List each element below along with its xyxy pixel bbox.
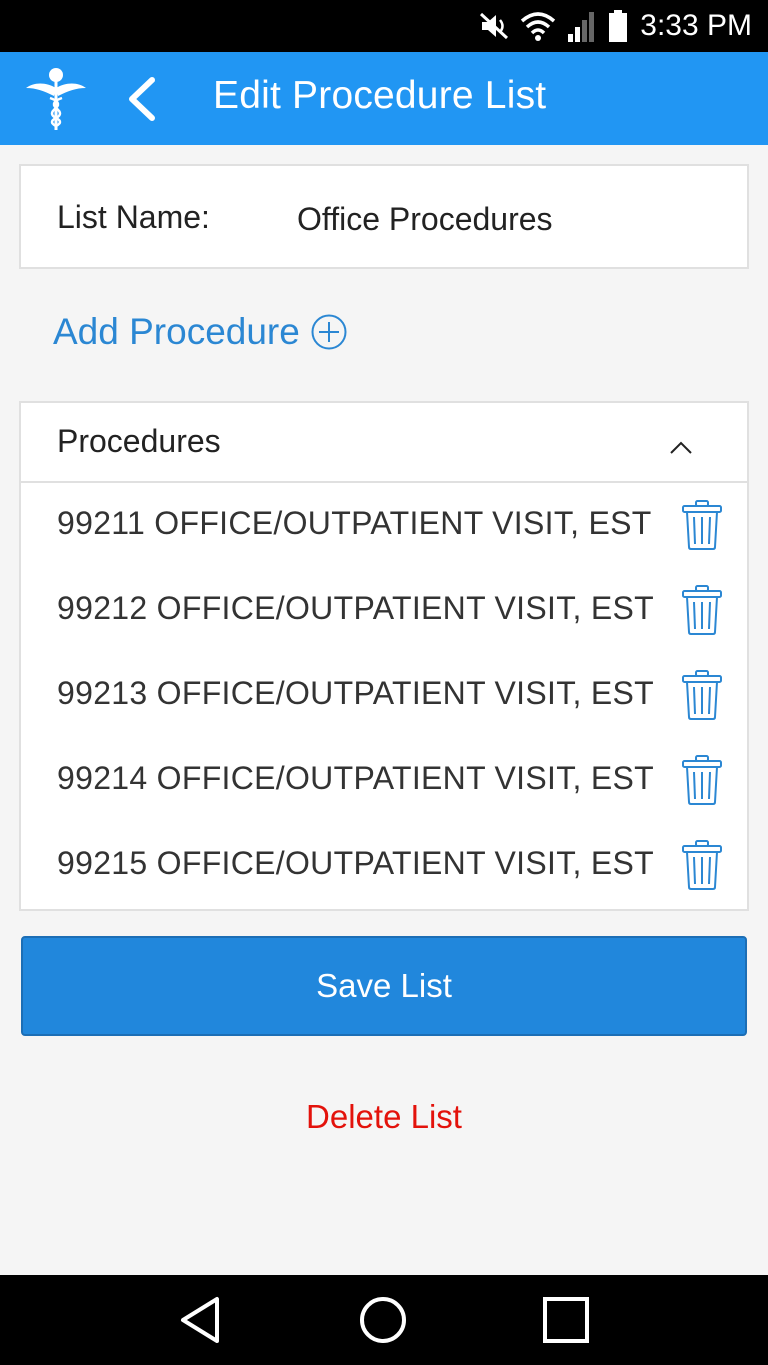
wifi-icon (521, 12, 556, 41)
procedures-title: Procedures (57, 423, 221, 459)
add-procedure-button[interactable]: Add Procedure (53, 310, 348, 354)
signal-icon (568, 12, 595, 42)
list-item: 99213 OFFICE/OUTPATIENT VISIT, EST (21, 653, 747, 738)
trash-icon[interactable] (681, 499, 723, 551)
page-title: Edit Procedure List (213, 74, 547, 117)
list-item: 99212 OFFICE/OUTPATIENT VISIT, EST (21, 568, 747, 653)
list-name-card: List Name: Office Procedures (19, 164, 749, 269)
procedure-label: 99213 OFFICE/OUTPATIENT VISIT, EST (57, 675, 655, 711)
clock: 3:33 PM (640, 9, 752, 42)
trash-icon[interactable] (681, 584, 723, 636)
list-item: 99214 OFFICE/OUTPATIENT VISIT, EST (21, 738, 747, 823)
list-item: 99211 OFFICE/OUTPATIENT VISIT, EST (21, 483, 747, 568)
procedure-label: 99215 OFFICE/OUTPATIENT VISIT, EST (57, 845, 655, 881)
chevron-up-icon[interactable] (661, 427, 701, 467)
status-bar: 3:33 PM (0, 0, 768, 52)
add-procedure-label: Add Procedure (53, 311, 300, 352)
list-item: 99215 OFFICE/OUTPATIENT VISIT, EST (21, 823, 747, 908)
procedures-header[interactable]: Procedures (21, 403, 747, 483)
home-circle-icon[interactable] (358, 1295, 408, 1345)
battery-icon (609, 10, 628, 42)
trash-icon[interactable] (681, 754, 723, 806)
back-triangle-icon[interactable] (177, 1295, 225, 1345)
procedure-label: 99214 OFFICE/OUTPATIENT VISIT, EST (57, 760, 655, 796)
delete-list-button[interactable]: Delete List (0, 1098, 768, 1136)
caduceus-icon (26, 68, 86, 130)
chevron-left-icon[interactable] (122, 76, 164, 122)
list-name-label: List Name: (57, 199, 210, 235)
recents-square-icon[interactable] (541, 1295, 591, 1345)
mute-icon (480, 12, 509, 40)
procedures-card: Procedures 99211 OFFICE/OUTPATIENT VISIT… (19, 401, 749, 911)
system-nav-bar (0, 1275, 768, 1365)
procedure-label: 99211 OFFICE/OUTPATIENT VISIT, EST (57, 505, 652, 541)
save-list-button[interactable]: Save List (21, 936, 747, 1036)
trash-icon[interactable] (681, 669, 723, 721)
plus-circle-icon (311, 314, 347, 350)
app-bar: Edit Procedure List (0, 52, 768, 145)
procedure-label: 99212 OFFICE/OUTPATIENT VISIT, EST (57, 590, 655, 626)
save-list-label: Save List (316, 967, 452, 1004)
trash-icon[interactable] (681, 839, 723, 891)
list-name-field[interactable]: Office Procedures (297, 201, 553, 238)
